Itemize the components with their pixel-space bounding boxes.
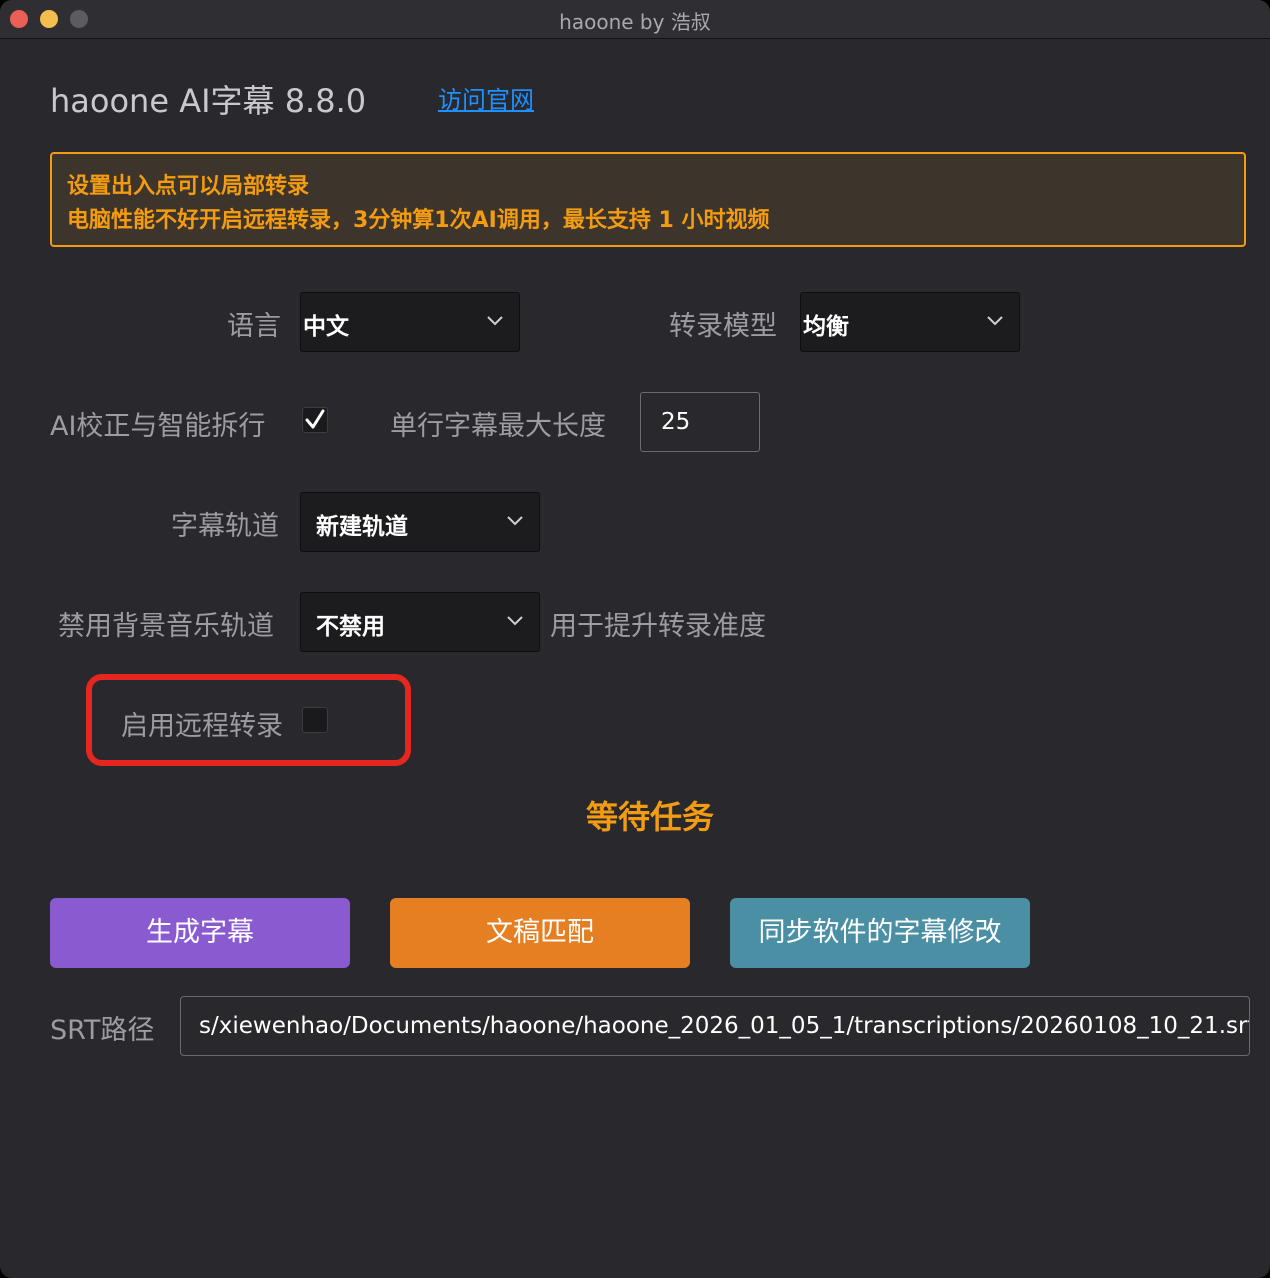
subtitle-track-select-value: 新建轨道 <box>316 514 408 540</box>
title-bar: haoone by 浩叔 <box>0 0 1270 39</box>
chevron-down-icon <box>507 616 523 626</box>
disable-bgm-hint: 用于提升转录准度 <box>550 611 766 642</box>
max-line-length-label: 单行字幕最大长度 <box>390 411 606 442</box>
remote-transcription-label: 启用远程转录 <box>121 711 283 742</box>
remote-transcription-checkbox[interactable] <box>302 707 328 733</box>
visit-website-link[interactable]: 访问官网 <box>438 80 534 115</box>
chevron-down-icon <box>507 516 523 526</box>
language-select-value: 中文 <box>303 314 349 340</box>
ai-correction-checkbox[interactable] <box>302 407 328 433</box>
disable-bgm-label: 禁用背景音乐轨道 <box>58 611 274 642</box>
srt-path-label: SRT路径 <box>50 1015 155 1046</box>
chevron-down-icon <box>987 316 1003 326</box>
subtitle-track-select[interactable]: 新建轨道 <box>300 492 540 552</box>
notice-line-1: 设置出入点可以局部转录 <box>67 174 310 199</box>
app-title: haoone AI字幕 8.8.0 <box>50 82 367 120</box>
disable-bgm-select-value: 不禁用 <box>316 614 385 640</box>
checkmark-icon <box>305 409 325 429</box>
language-select[interactable]: 中文 <box>300 292 520 352</box>
app-window: haoone by 浩叔 haoone AI字幕 8.8.0 访问官网 设置出入… <box>0 0 1270 1278</box>
model-select[interactable]: 均衡 <box>800 292 1020 352</box>
ai-correction-label: AI校正与智能拆行 <box>50 411 266 442</box>
script-match-button[interactable]: 文稿匹配 <box>390 898 690 968</box>
notice-banner: 设置出入点可以局部转录 电脑性能不好开启远程转录，3分钟算1次AI调用，最长支持… <box>50 152 1246 247</box>
window-title: haoone by 浩叔 <box>559 10 711 34</box>
model-select-value: 均衡 <box>803 314 849 340</box>
generate-subtitles-button[interactable]: 生成字幕 <box>50 898 350 968</box>
disable-bgm-select[interactable]: 不禁用 <box>300 592 540 652</box>
sync-subtitle-edits-button[interactable]: 同步软件的字幕修改 <box>730 898 1030 968</box>
model-label: 转录模型 <box>669 311 777 342</box>
srt-path-input[interactable] <box>180 996 1250 1056</box>
language-label: 语言 <box>227 311 281 342</box>
subtitle-track-label: 字幕轨道 <box>171 511 279 542</box>
status-text: 等待任务 <box>585 798 714 836</box>
max-line-length-input[interactable] <box>640 392 760 452</box>
chevron-down-icon <box>487 316 503 326</box>
notice-line-2: 电脑性能不好开启远程转录，3分钟算1次AI调用，最长支持 1 小时视频 <box>67 208 770 233</box>
